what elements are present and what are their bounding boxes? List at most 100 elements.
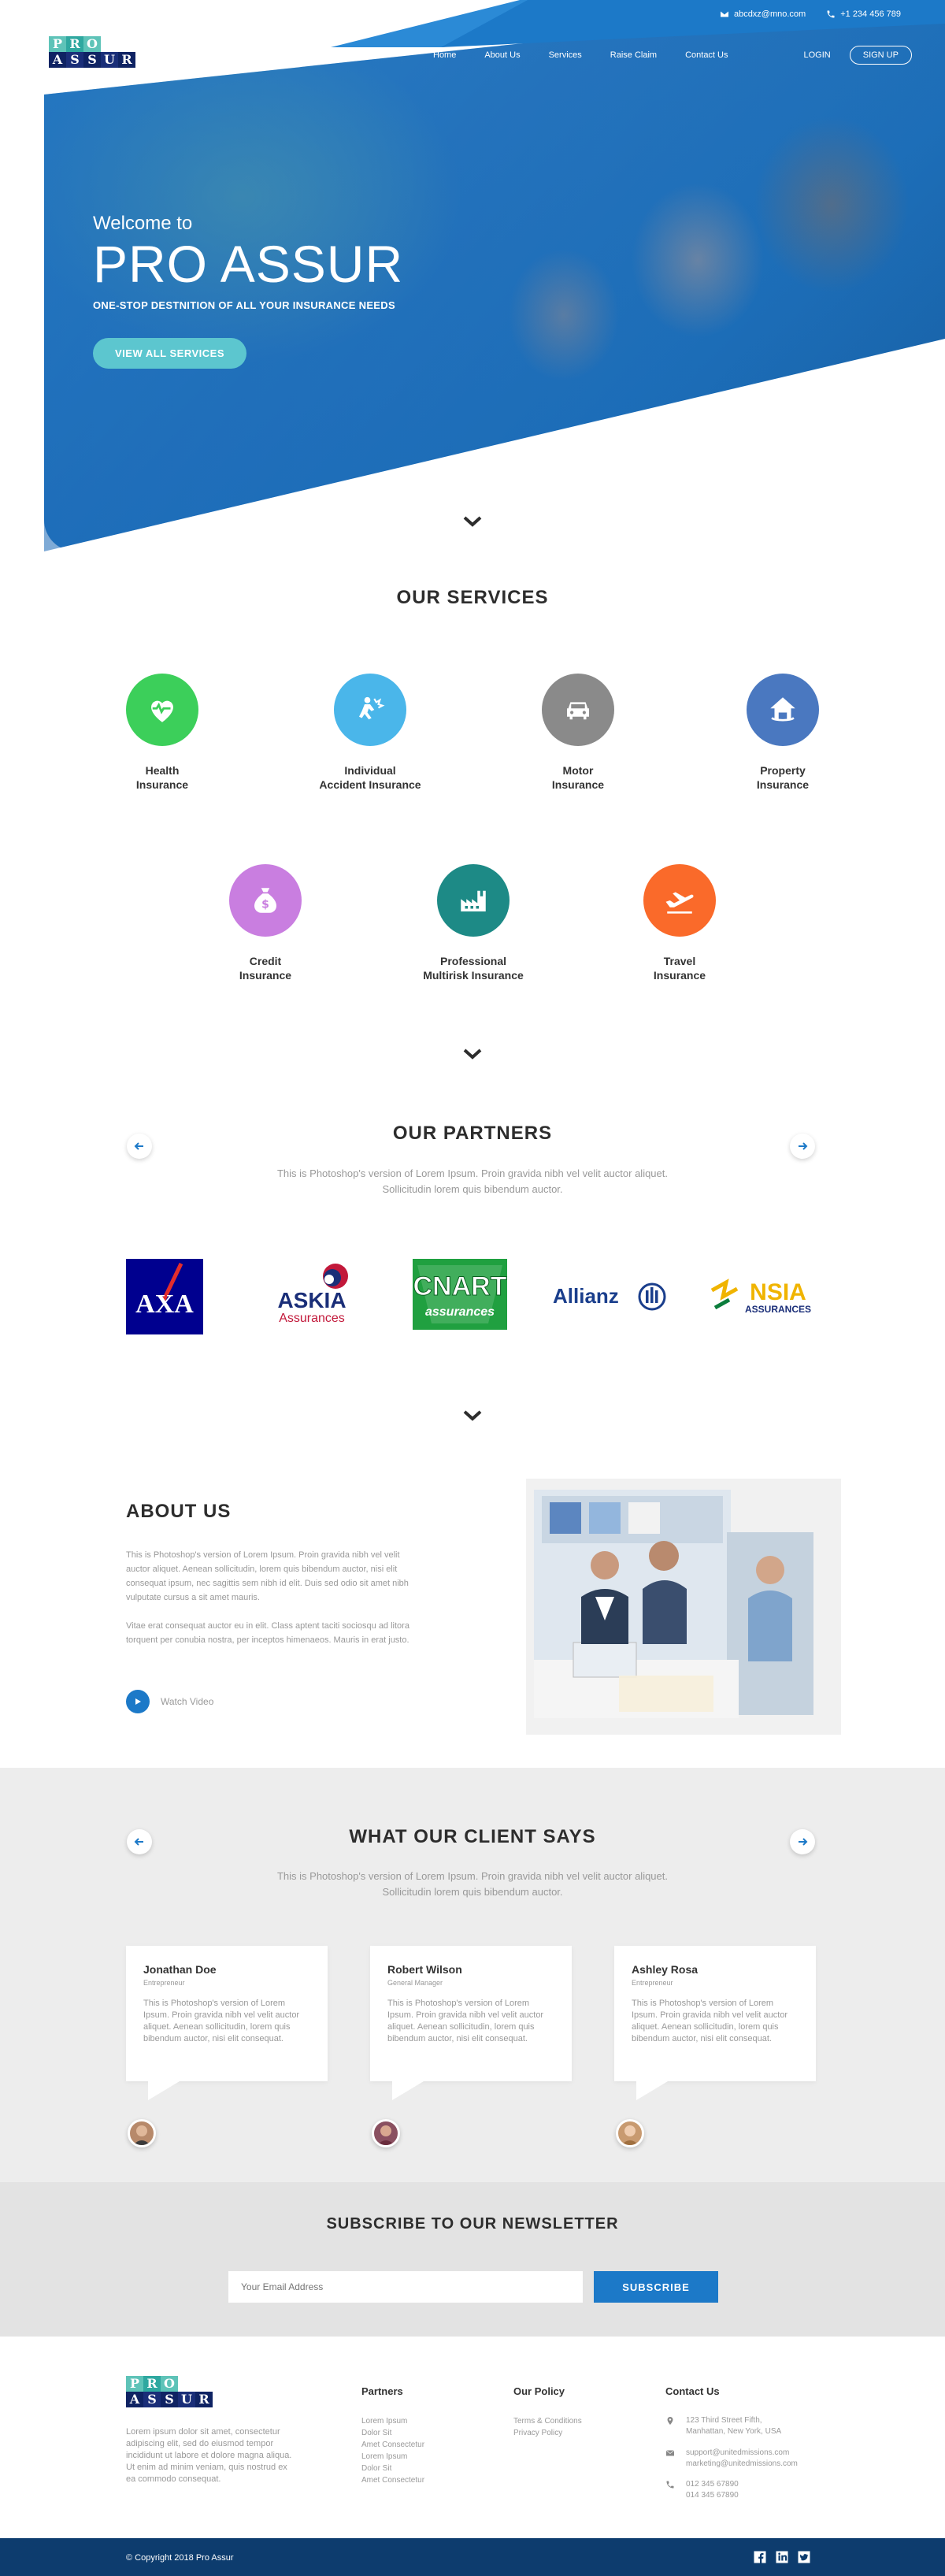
footer-link[interactable]: Amet Consectetur (361, 2474, 424, 2486)
testimonial-role: General Manager (387, 1979, 443, 1987)
service-label-line: Individual (344, 764, 396, 777)
watch-video-button[interactable]: Watch Video (126, 1690, 213, 1713)
service-icon-circle (126, 674, 198, 746)
service-travel[interactable]: Travel Insurance (601, 864, 758, 982)
about-paragraph-1: This is Photoshop's version of Lorem Ips… (126, 1550, 409, 1602)
service-label-line: Travel (663, 955, 696, 967)
partner-logo-axa[interactable]: AXA (126, 1259, 203, 1334)
partners-next-button[interactable] (790, 1134, 815, 1159)
service-property[interactable]: Property Insurance (704, 674, 862, 792)
scroll-down-chevron-icon[interactable] (462, 1409, 483, 1422)
signup-button[interactable]: SIGN UP (849, 46, 912, 65)
testimonial-role: Entrepreneur (143, 1979, 185, 1987)
service-label-line: Multirisk Insurance (423, 969, 524, 982)
phone-line[interactable]: 014 345 67890 (686, 2490, 739, 2501)
house-icon (770, 697, 795, 722)
footer-contact-title: Contact Us (665, 2385, 720, 2397)
login-link[interactable]: LOGIN (804, 50, 831, 60)
service-credit[interactable]: $ Credit Insurance (187, 864, 344, 982)
service-label: Property Insurance (704, 763, 862, 792)
partner-logo-nsia[interactable]: NSIA ASSURANCES (706, 1267, 821, 1327)
testimonial-role: Entrepreneur (632, 1979, 673, 1987)
subscribe-button[interactable]: SUBSCRIBE (594, 2271, 718, 2303)
footer-logo[interactable]: P R O A S S U R (126, 2376, 213, 2407)
partner-logo-cnart[interactable]: CNART assurances (413, 1259, 507, 1330)
service-health[interactable]: Health Insurance (83, 674, 241, 792)
service-icon-circle (437, 864, 510, 937)
arrow-left-icon (134, 1838, 143, 1846)
footer-policy-title: Our Policy (513, 2385, 565, 2397)
address-line: 123 Third Street Fifth, (686, 2416, 762, 2425)
email-line[interactable]: support@unitedmissions.com (686, 2448, 798, 2459)
scroll-down-chevron-icon[interactable] (462, 1048, 483, 1060)
service-label-line: Professional (439, 955, 507, 967)
service-label-line: Insurance (653, 969, 706, 982)
facebook-icon[interactable] (753, 2550, 767, 2564)
nav-services[interactable]: Services (549, 50, 582, 60)
footer-link[interactable]: Dolor Sit (361, 2427, 424, 2439)
linkedin-icon[interactable] (775, 2550, 789, 2564)
newsletter-email-input[interactable] (228, 2271, 583, 2303)
nav-raise-claim[interactable]: Raise Claim (610, 50, 657, 60)
phone-line[interactable]: 012 345 67890 (686, 2479, 739, 2490)
logo-letter: A (49, 52, 66, 68)
service-label-line: Insurance (135, 778, 189, 791)
footer-link[interactable]: Lorem Ipsum (361, 2451, 424, 2463)
services-title: OUR SERVICES (396, 587, 549, 608)
testimonial-card: Robert Wilson General Manager This is Ph… (370, 1946, 572, 2100)
footer-link[interactable]: Terms & Conditions (513, 2415, 582, 2427)
askia-text: ASKIA (277, 1288, 346, 1312)
nav-home[interactable]: Home (433, 50, 456, 60)
service-icon-circle (747, 674, 819, 746)
heart-pulse-icon (151, 700, 173, 722)
view-all-services-button[interactable]: VIEW ALL SERVICES (93, 338, 247, 369)
email-line[interactable]: marketing@unitedmissions.com (686, 2459, 798, 2470)
money-bag-icon: $ (254, 888, 276, 913)
about-paragraph-2: Vitae erat consequat auctor eu in elit. … (126, 1621, 410, 1645)
logo-letter: O (161, 2376, 178, 2392)
partner-logo-askia[interactable]: ASKIA Assurances (265, 1259, 359, 1334)
nav-about[interactable]: About Us (484, 50, 520, 60)
play-icon (126, 1690, 150, 1713)
service-professional-multirisk[interactable]: Professional Multirisk Insurance (395, 864, 552, 982)
hero-subtitle: ONE-STOP DESTNITION OF ALL YOUR INSURANC… (93, 299, 395, 311)
footer-link[interactable]: Lorem Ipsum (361, 2415, 424, 2427)
footer-link[interactable]: Privacy Policy (513, 2427, 582, 2439)
axa-logo-graphic: AXA (135, 1262, 194, 1319)
partner-logo-allianz[interactable]: Allianz (551, 1275, 669, 1319)
cnart-subtext: assurances (425, 1305, 495, 1319)
testimonials-next-button[interactable] (790, 1829, 815, 1854)
hero-welcome: Welcome to (93, 213, 193, 234)
footer-link[interactable]: Dolor Sit (361, 2463, 424, 2474)
service-motor[interactable]: Motor Insurance (499, 674, 657, 792)
service-label-line: Insurance (756, 778, 810, 791)
partners-prev-button[interactable] (127, 1134, 152, 1159)
service-icon-circle (334, 674, 406, 746)
testimonials-prev-button[interactable] (127, 1829, 152, 1854)
service-individual-accident[interactable]: Individual Accident Insurance (291, 674, 449, 792)
logo-letter: O (83, 36, 101, 52)
testimonial-card: Ashley Rosa Entrepreneur This is Photosh… (614, 1946, 816, 2100)
topbar-phone[interactable]: +1 234 456 789 (826, 9, 901, 19)
cnart-logo-graphic: CNART assurances (413, 1259, 507, 1330)
footer-link[interactable]: Amet Consectetur (361, 2439, 424, 2451)
nav-contact[interactable]: Contact Us (685, 50, 728, 60)
service-label-line: Credit (249, 955, 282, 967)
scroll-down-chevron-icon[interactable] (462, 515, 483, 528)
about-title: ABOUT US (126, 1501, 232, 1522)
avatar (372, 2119, 400, 2147)
twitter-icon[interactable] (797, 2550, 811, 2564)
axa-text: AXA (135, 1290, 194, 1319)
logo-letter: R (66, 36, 83, 52)
logo-letter: A (126, 2392, 143, 2407)
partners-description: This is Photoshop's version of Lorem Ips… (236, 1166, 709, 1197)
accident-icon (359, 696, 385, 720)
testimonial-card: Jonathan Doe Entrepreneur This is Photos… (126, 1946, 328, 2100)
svg-text:$: $ (261, 899, 269, 911)
logo-letter: R (118, 52, 135, 68)
phone-icon (666, 2481, 674, 2489)
envelope-icon (665, 2450, 675, 2456)
topbar-email[interactable]: abcdxz@mno.com (720, 9, 806, 19)
brand-logo[interactable]: P R O A S S U R (49, 36, 135, 68)
nsia-logo-graphic: NSIA ASSURANCES (710, 1279, 811, 1315)
